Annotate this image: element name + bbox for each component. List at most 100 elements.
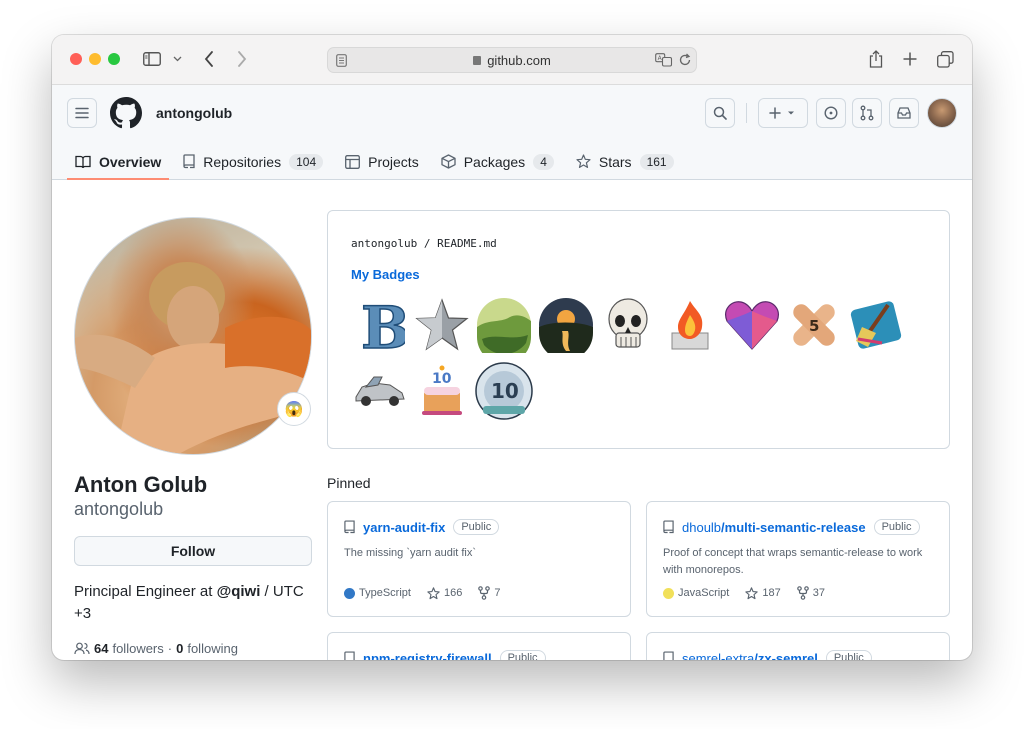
star-icon xyxy=(427,586,440,599)
readme-ext: .md xyxy=(476,237,497,250)
broom-badge[interactable] xyxy=(847,296,905,354)
skull-badge[interactable] xyxy=(599,296,657,354)
chevron-down-icon[interactable] xyxy=(166,48,188,70)
visibility-badge: Public xyxy=(499,650,546,660)
sunset-river-badge[interactable] xyxy=(537,296,595,354)
bio-prefix: Principal Engineer at xyxy=(74,583,217,600)
followers-count[interactable]: 64 xyxy=(94,641,108,656)
people-icon xyxy=(74,642,90,655)
header-username[interactable]: antongolub xyxy=(156,105,232,121)
landscape-badge[interactable] xyxy=(475,296,533,354)
address-bar[interactable]: github.com A xyxy=(327,47,697,73)
repo-icon xyxy=(663,520,674,534)
create-new-button[interactable] xyxy=(758,98,808,128)
cake-10-badge[interactable]: 10 xyxy=(413,362,471,420)
profile-readme: antongolub / README.md My Badges B 5 10 … xyxy=(327,210,950,449)
tab-repositories[interactable]: Repositories 104 xyxy=(175,143,331,180)
svg-text:10: 10 xyxy=(491,379,519,403)
followers-label[interactable]: followers xyxy=(112,641,163,656)
tab-overview[interactable]: Overview xyxy=(67,143,170,180)
tab-stars[interactable]: Stars 161 xyxy=(568,143,682,180)
follow-stats: 64 followers · 0 following xyxy=(74,641,238,656)
header-divider xyxy=(746,103,747,123)
svg-text:10: 10 xyxy=(432,371,452,387)
fire-badge[interactable] xyxy=(661,296,719,354)
visibility-badge: Public xyxy=(825,650,872,660)
profile-login: antongolub xyxy=(74,499,164,519)
share-icon[interactable] xyxy=(865,48,887,70)
pinned-repo-card: semrel-extra/zx-semrel Public xyxy=(646,632,950,660)
minimize-window-button[interactable] xyxy=(89,53,101,65)
github-logo-icon[interactable] xyxy=(110,97,142,129)
following-count[interactable]: 0 xyxy=(176,641,183,656)
stargazers-link[interactable]: 166 xyxy=(427,586,463,600)
github-header: antongolub Overview Repositories 104 Pro… xyxy=(52,85,972,180)
language: TypeScript xyxy=(344,587,411,599)
tab-projects-label: Projects xyxy=(368,153,419,170)
close-window-button[interactable] xyxy=(70,53,82,65)
language-label: TypeScript xyxy=(359,587,411,599)
pinned-repo-description: The missing `yarn audit fix` xyxy=(344,547,477,559)
pull-requests-icon[interactable] xyxy=(852,98,882,128)
profile-avatar[interactable] xyxy=(74,217,312,455)
zoom-window-button[interactable] xyxy=(108,53,120,65)
repo-icon xyxy=(344,651,355,660)
readme-file: README xyxy=(437,237,477,250)
pinned-repo-name[interactable]: semrel-extra/zx-semrel xyxy=(682,651,818,661)
inbox-icon[interactable] xyxy=(889,98,919,128)
stars-count: 166 xyxy=(443,587,463,599)
packages-count: 4 xyxy=(533,153,554,170)
user-avatar[interactable] xyxy=(927,98,957,128)
pinned-repo-name[interactable]: yarn-audit-fix xyxy=(363,520,445,535)
pinned-repo-name[interactable]: npm-registry-firewall xyxy=(363,651,492,661)
readme-slash: / xyxy=(423,237,431,250)
tab-packages[interactable]: Packages 4 xyxy=(433,143,562,180)
bio-org-link[interactable]: @qiwi xyxy=(217,583,261,600)
star-badge[interactable] xyxy=(413,296,471,354)
stargazers-link[interactable]: 187 xyxy=(745,586,781,600)
follow-button[interactable]: Follow xyxy=(74,536,312,566)
package-icon xyxy=(441,154,456,169)
sidebar-toggle-icon[interactable] xyxy=(141,48,163,70)
reload-icon[interactable] xyxy=(678,53,692,72)
language-dot xyxy=(663,587,674,599)
forks-count: 7 xyxy=(494,587,501,599)
forks-link[interactable]: 7 xyxy=(478,586,500,600)
svg-text:5: 5 xyxy=(809,317,819,335)
delorean-badge[interactable] xyxy=(351,362,409,420)
svg-text:B: B xyxy=(361,296,405,354)
repo-icon xyxy=(663,651,674,660)
forks-link[interactable]: 37 xyxy=(796,586,825,600)
anniversary-10-badge[interactable]: 10 xyxy=(475,362,533,420)
language: JavaScript xyxy=(663,587,729,599)
browser-window: github.com A antongolub Overview Reposit… xyxy=(52,35,972,660)
issues-icon[interactable] xyxy=(816,98,846,128)
repo-owner: semrel-extra xyxy=(682,650,755,661)
tab-packages-label: Packages xyxy=(463,153,526,170)
profile-full-name: Anton Golub xyxy=(74,472,208,497)
visibility-badge: Public xyxy=(453,519,500,535)
profile-bio: Principal Engineer at @qiwi / UTC +3 xyxy=(74,581,314,625)
tab-projects[interactable]: Projects xyxy=(337,143,427,180)
translate-icon[interactable]: A xyxy=(655,53,673,72)
pinned-repo-name[interactable]: dhoulb/multi-semantic-release xyxy=(682,520,866,535)
status-emoji[interactable]: 😱 xyxy=(277,392,311,426)
bandage-5-badge[interactable]: 5 xyxy=(785,296,843,354)
letter-b-badge[interactable]: B xyxy=(351,296,409,354)
stats-separator: · xyxy=(167,641,173,656)
pinned-heading: Pinned xyxy=(327,475,371,491)
tab-overview-icon[interactable] xyxy=(934,48,956,70)
new-tab-icon[interactable] xyxy=(899,48,921,70)
following-label[interactable]: following xyxy=(187,641,238,656)
search-icon[interactable] xyxy=(705,98,735,128)
visibility-badge: Public xyxy=(873,519,920,535)
url-text: github.com xyxy=(487,53,551,68)
readme-heading[interactable]: My Badges xyxy=(351,267,420,282)
heart-gem-badge[interactable] xyxy=(723,296,781,354)
back-icon[interactable] xyxy=(198,48,220,70)
hamburger-menu-icon[interactable] xyxy=(67,98,97,128)
repo-name: /multi-semantic-release xyxy=(721,519,866,535)
tab-overview-label: Overview xyxy=(99,153,162,170)
forward-icon[interactable] xyxy=(231,48,253,70)
tab-repositories-label: Repositories xyxy=(203,153,282,170)
